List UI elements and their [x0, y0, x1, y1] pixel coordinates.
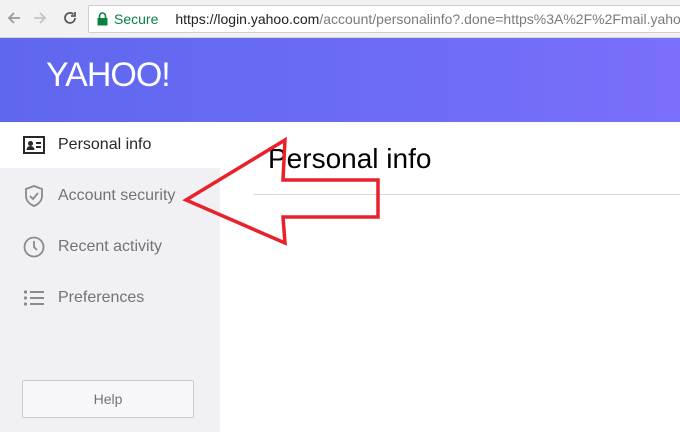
url-host: https://login.yahoo.com: [175, 11, 320, 27]
shield-icon: [22, 184, 46, 208]
page-header: YAHOO!: [0, 38, 680, 122]
url-path: /account/personalinfo?.done=https%3A%2F%…: [319, 11, 680, 27]
sidebar-item-personal-info[interactable]: Personal info: [0, 122, 220, 168]
reload-icon[interactable]: [60, 8, 80, 28]
yahoo-logo[interactable]: YAHOO!: [46, 56, 171, 95]
id-card-icon: [22, 133, 46, 157]
back-arrow-icon[interactable]: [4, 8, 24, 28]
help-button[interactable]: Help: [22, 380, 194, 418]
sidebar-item-preferences[interactable]: Preferences: [0, 275, 220, 321]
forward-arrow-icon[interactable]: [30, 8, 50, 28]
list-icon: [22, 286, 46, 310]
sidebar-item-label: Personal info: [58, 136, 152, 153]
title-divider: [254, 194, 680, 195]
lock-icon: [97, 11, 108, 27]
sidebar-item-label: Preferences: [58, 289, 145, 306]
secure-label: Secure: [114, 11, 159, 27]
sidebar-item-label: Account security: [58, 187, 176, 204]
clock-icon: [22, 235, 46, 259]
browser-toolbar: Secure https://login.yahoo.com/account/p…: [0, 0, 680, 38]
sidebar-item-account-security[interactable]: Account security: [0, 173, 220, 219]
address-bar[interactable]: Secure https://login.yahoo.com/account/p…: [88, 5, 680, 33]
sidebar-item-recent-activity[interactable]: Recent activity: [0, 224, 220, 270]
page-title: Personal info: [268, 143, 432, 174]
sidebar: Personal info Account security Recent ac…: [0, 122, 220, 432]
sidebar-item-label: Recent activity: [58, 238, 163, 255]
